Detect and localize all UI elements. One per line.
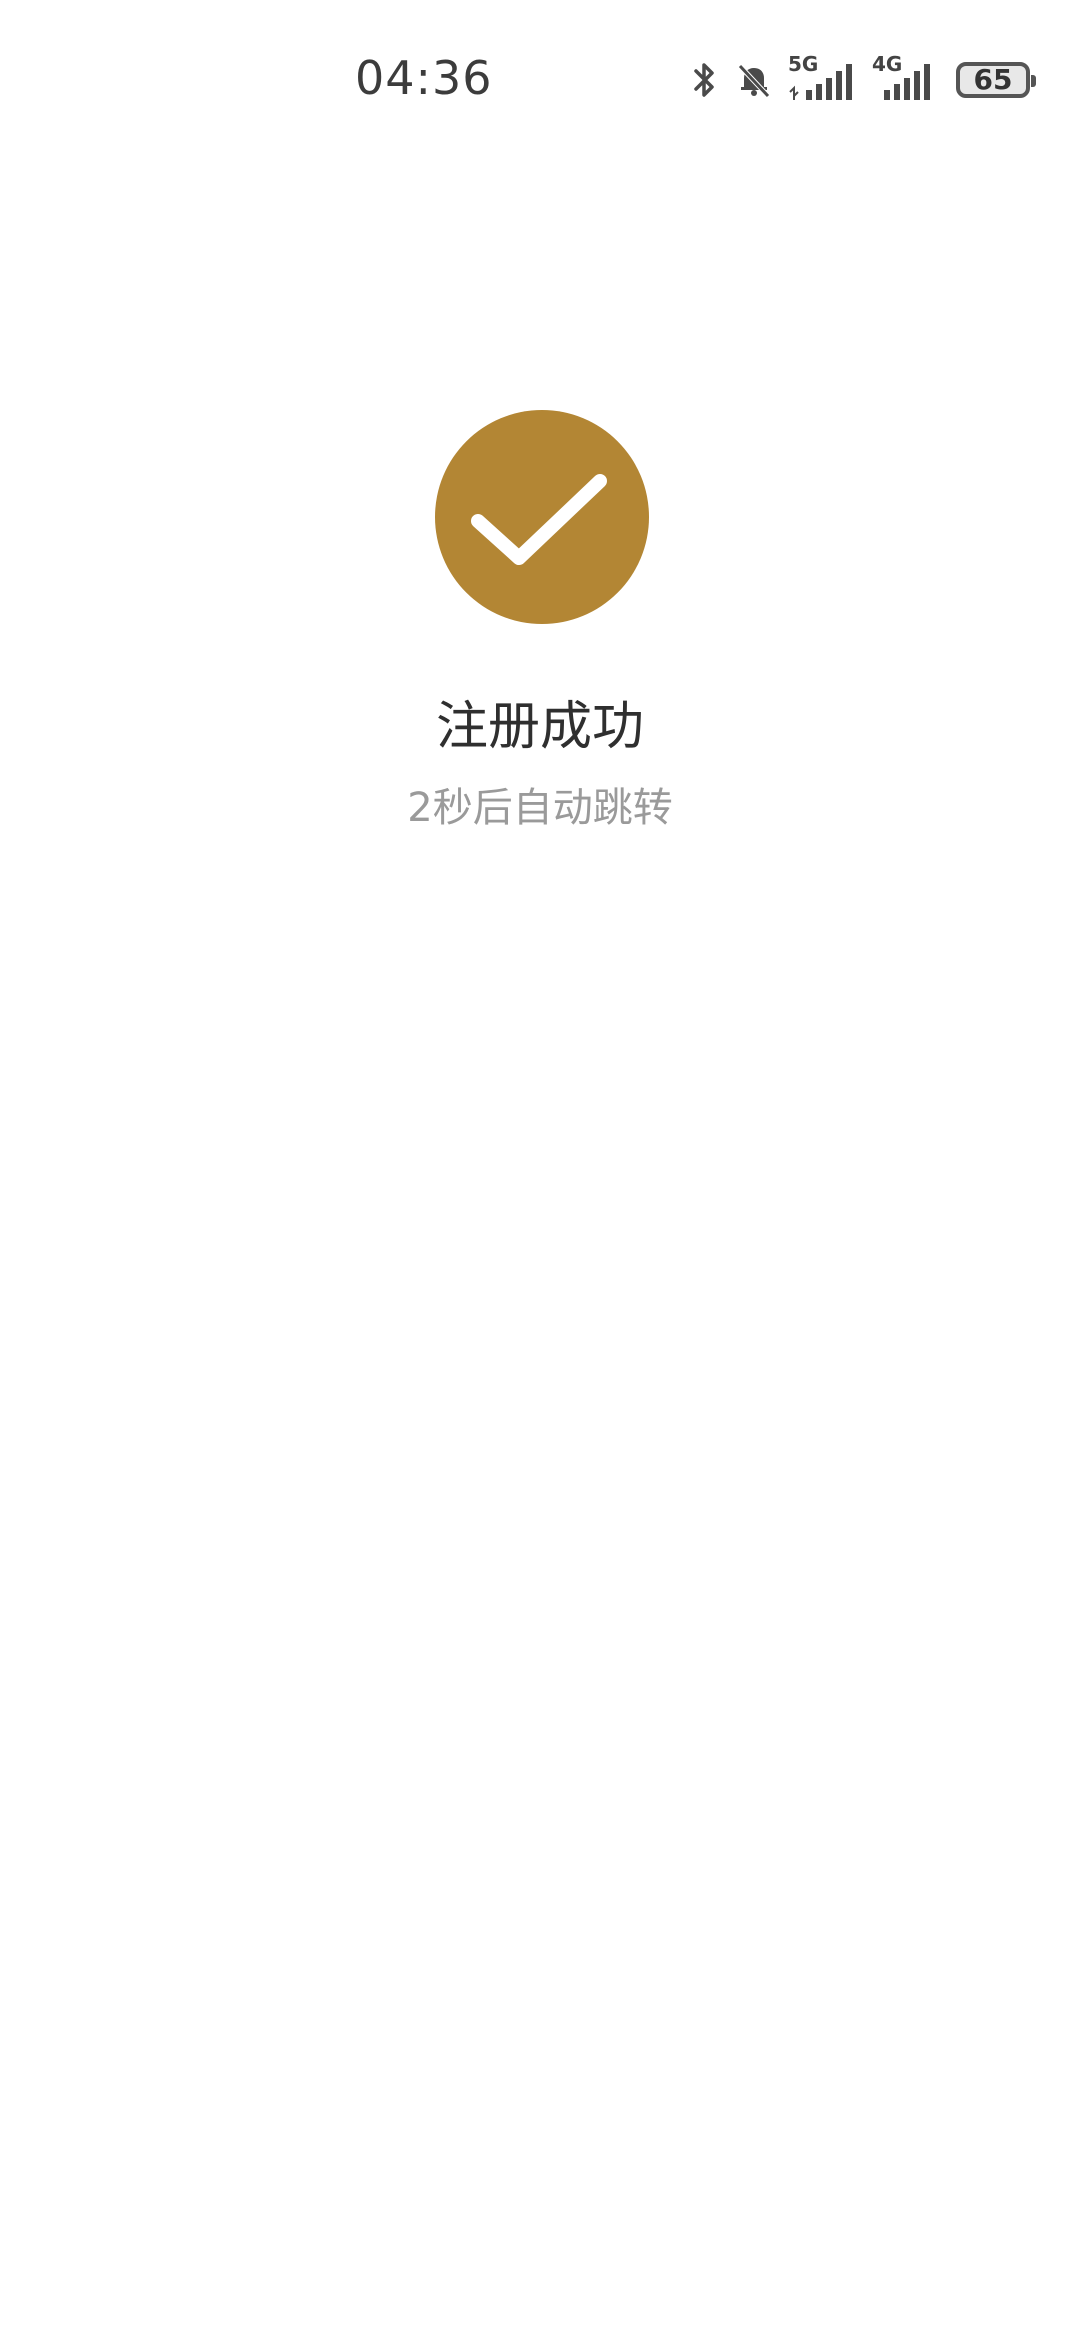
status-icons: 5G 4G 65 [690,52,1036,108]
success-title: 注册成功 [435,697,644,757]
network-2-label: 4G [872,52,903,76]
battery-icon: 65 [956,62,1036,98]
success-checkmark-icon [435,410,649,624]
network-1-label: 5G [788,52,819,76]
status-bar: 04:36 5G 4G 65 [0,0,1080,140]
signal-4g-icon: 4G [872,54,936,102]
bluetooth-icon [690,60,720,100]
signal-5g-icon: 5G [788,54,858,102]
status-time: 04:36 [355,51,493,105]
registration-success-screen: 04:36 5G 4G 65 注册成功 2秒后自动跳转 [0,0,1080,2340]
checkmark-icon [471,474,607,565]
muted-bell-icon [734,60,774,100]
battery-level: 65 [973,63,1013,96]
redirect-countdown-text: 2秒后自动跳转 [407,785,673,831]
